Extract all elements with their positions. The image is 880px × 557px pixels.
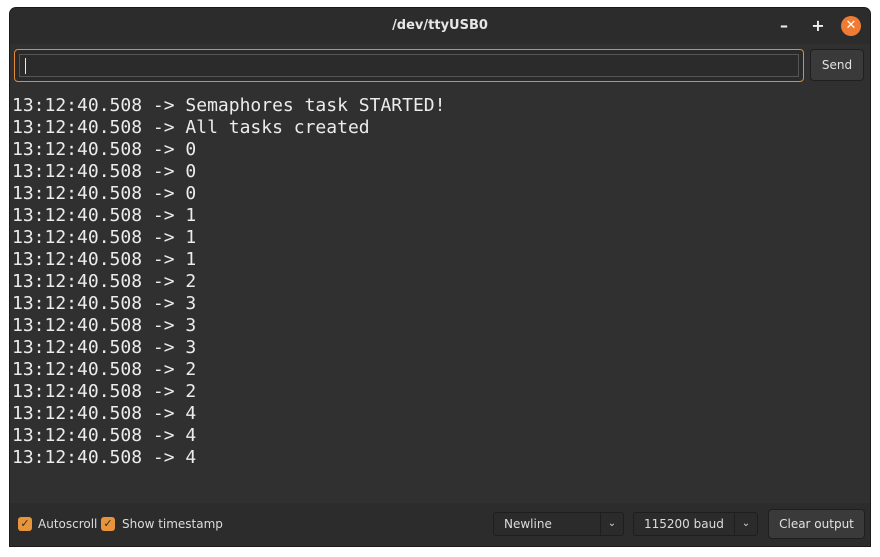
output-line: 13:12:40.508 -> All tasks created: [12, 117, 370, 138]
output-line: 13:12:40.508 -> 0: [12, 139, 197, 160]
autoscroll-label: Autoscroll: [38, 517, 98, 531]
output-line: 13:12:40.508 -> 3: [12, 315, 197, 336]
chevron-down-icon: ⌄: [734, 513, 757, 535]
output-line: 13:12:40.508 -> 3: [12, 293, 197, 314]
input-bar: Send: [10, 44, 870, 89]
output-line: 13:12:40.508 -> 2: [12, 359, 197, 380]
serial-monitor-window: /dev/ttyUSB0 – + ✕ Send 13:12:40.508 -> …: [10, 8, 870, 546]
output-line: 13:12:40.508 -> 0: [12, 183, 197, 204]
text-caret: [25, 58, 26, 74]
output-line: 13:12:40.508 -> 2: [12, 381, 197, 402]
autoscroll-checkbox[interactable]: ✓: [18, 517, 32, 531]
show-timestamp-checkbox[interactable]: ✓: [101, 517, 115, 531]
clear-output-button[interactable]: Clear output: [768, 509, 865, 539]
baud-rate-value: 115200 baud: [644, 517, 724, 531]
baud-rate-select[interactable]: 115200 baud ⌄: [633, 512, 758, 536]
line-ending-select[interactable]: Newline ⌄: [493, 512, 624, 536]
status-bar: ✓ Autoscroll ✓ Show timestamp Newline ⌄ …: [10, 503, 870, 546]
output-line: 13:12:40.508 -> 2: [12, 271, 197, 292]
serial-output[interactable]: 13:12:40.508 -> Semaphores task STARTED!…: [10, 89, 870, 503]
output-line: 13:12:40.508 -> 4: [12, 425, 197, 446]
show-timestamp-label: Show timestamp: [122, 517, 223, 531]
output-line: 13:12:40.508 -> 4: [12, 447, 197, 468]
minimize-icon[interactable]: –: [774, 16, 794, 36]
send-button[interactable]: Send: [810, 49, 864, 81]
window-title: /dev/ttyUSB0: [392, 18, 488, 33]
close-icon[interactable]: ✕: [841, 16, 861, 36]
output-line: 13:12:40.508 -> 1: [12, 249, 197, 270]
output-line: 13:12:40.508 -> 1: [12, 205, 197, 226]
output-line: 13:12:40.508 -> 1: [12, 227, 197, 248]
chevron-down-icon: ⌄: [600, 513, 623, 535]
output-line: 13:12:40.508 -> 3: [12, 337, 197, 358]
output-line: 13:12:40.508 -> Semaphores task STARTED!: [12, 95, 446, 116]
output-line: 13:12:40.508 -> 0: [12, 161, 197, 182]
title-bar[interactable]: /dev/ttyUSB0 – + ✕: [10, 8, 870, 44]
output-line: 13:12:40.508 -> 4: [12, 403, 197, 424]
maximize-icon[interactable]: +: [808, 16, 828, 36]
message-input[interactable]: [19, 54, 799, 77]
line-ending-value: Newline: [504, 517, 552, 531]
message-input-frame: [14, 49, 804, 82]
